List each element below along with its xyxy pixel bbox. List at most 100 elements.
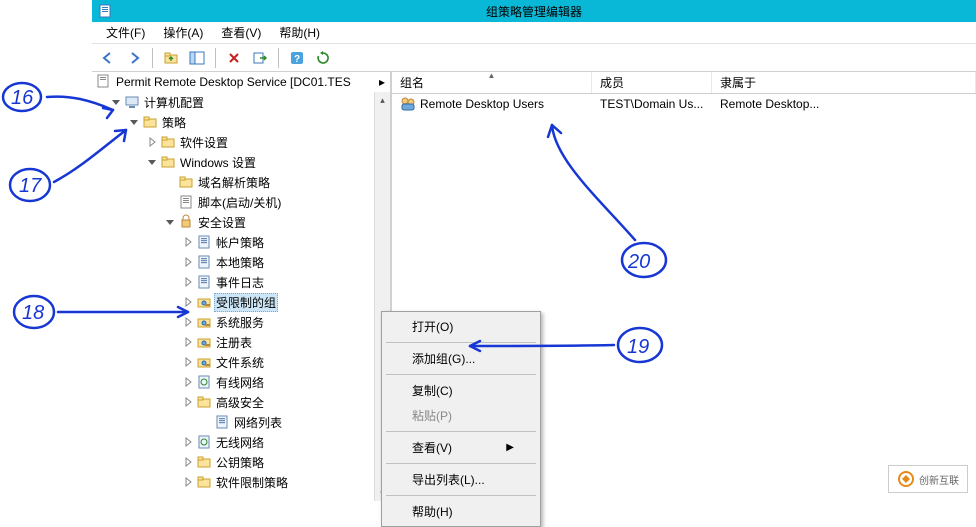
tree-item-label: 帐户策略 (216, 234, 264, 251)
tree-item-label: 事件日志 (216, 274, 264, 291)
ctx-view[interactable]: 查看(V)▶ (384, 435, 538, 460)
expand-closed-icon[interactable] (182, 456, 194, 468)
tree-item[interactable]: 有线网络 (92, 372, 390, 392)
ctx-export[interactable]: 导出列表(L)... (384, 467, 538, 492)
expand-closed-icon[interactable] (182, 316, 194, 328)
tree-item[interactable]: 软件设置 (92, 132, 390, 152)
tree-item-label: 软件设置 (180, 134, 228, 151)
ctx-view-label: 查看(V) (412, 439, 452, 456)
expand-open-icon[interactable] (164, 216, 176, 228)
tree-root-label: Permit Remote Desktop Service [DC01.TES (116, 75, 374, 89)
expand-closed-icon[interactable] (146, 136, 158, 148)
tree-item-label: 受限制的组 (214, 293, 278, 312)
tree-item[interactable]: 安全设置 (92, 212, 390, 232)
expand-closed-icon[interactable] (182, 276, 194, 288)
tree-item[interactable]: 公钥策略 (92, 452, 390, 472)
ctx-add-group-label: 添加组(G)... (412, 350, 475, 367)
expand-open-icon[interactable] (146, 156, 158, 168)
tree-item[interactable]: 软件限制策略 (92, 472, 390, 492)
tree-item[interactable]: 帐户策略 (92, 232, 390, 252)
ctx-help[interactable]: 帮助(H) (384, 499, 538, 524)
ctx-copy[interactable]: 复制(C) (384, 378, 538, 403)
nav-back-button[interactable] (96, 47, 120, 69)
expand-closed-icon[interactable] (182, 256, 194, 268)
expand-closed-icon[interactable] (182, 376, 194, 388)
export-button[interactable] (248, 47, 272, 69)
ctx-open[interactable]: 打开(O) (384, 314, 538, 339)
tree-root-expand-button[interactable]: ▸ (374, 75, 390, 89)
expand-closed-icon[interactable] (182, 356, 194, 368)
nav-forward-button[interactable] (122, 47, 146, 69)
menu-file[interactable]: 文件(F) (98, 22, 153, 43)
app-icon (96, 2, 114, 20)
tree-item[interactable]: 计算机配置 (92, 92, 390, 112)
ctx-separator (386, 463, 536, 464)
column-member[interactable]: 成员 (592, 72, 712, 93)
tree-item-label: 高级安全 (216, 394, 264, 411)
folder-icon (142, 114, 158, 130)
ctx-copy-label: 复制(C) (412, 382, 453, 399)
window-title: 组策略管理编辑器 (486, 3, 582, 20)
watermark-logo: 创新互联 (888, 465, 968, 493)
show-hide-tree-button[interactable] (185, 47, 209, 69)
ctx-separator (386, 342, 536, 343)
policy-icon (214, 414, 230, 430)
tree-item[interactable]: 系统服务 (92, 312, 390, 332)
tree-item-label: 本地策略 (216, 254, 264, 271)
column-belong[interactable]: 隶属于 (712, 72, 976, 93)
list-header: 组名▲ 成员 隶属于 (392, 72, 976, 94)
tree-item-label: 安全设置 (198, 214, 246, 231)
logo-icon (897, 470, 915, 488)
column-belong-label: 隶属于 (720, 74, 756, 91)
expand-open-icon[interactable] (110, 96, 122, 108)
tree-item[interactable]: 网络列表 (92, 412, 390, 432)
tree-item[interactable]: 高级安全 (92, 392, 390, 412)
menu-action[interactable]: 操作(A) (155, 22, 211, 43)
tree-item[interactable]: 无线网络 (92, 432, 390, 452)
ctx-add-group[interactable]: 添加组(G)... (384, 346, 538, 371)
folder-icon (178, 174, 194, 190)
expand-closed-icon[interactable] (182, 436, 194, 448)
refresh-button[interactable] (311, 47, 335, 69)
tree-item[interactable]: 脚本(启动/关机) (92, 192, 390, 212)
svg-text:?: ? (294, 54, 300, 65)
script-icon (178, 194, 194, 210)
delete-button[interactable] (222, 47, 246, 69)
tree-item-label: 策略 (162, 114, 186, 131)
tree-item-label: 网络列表 (234, 414, 282, 431)
up-folder-button[interactable] (159, 47, 183, 69)
tree-item[interactable]: 事件日志 (92, 272, 390, 292)
context-menu: 打开(O) 添加组(G)... 复制(C) 粘贴(P) 查看(V)▶ 导出列表(… (381, 311, 541, 527)
tree[interactable]: 计算机配置策略软件设置Windows 设置域名解析策略脚本(启动/关机) 安全设置… (92, 92, 390, 492)
list-row[interactable]: Remote Desktop Users TEST\Domain Us... R… (392, 94, 976, 114)
svg-text:17: 17 (19, 175, 42, 197)
expand-none (164, 176, 176, 188)
tree-item[interactable]: 策略 (92, 112, 390, 132)
column-group-name[interactable]: 组名▲ (392, 72, 592, 93)
toolbar-separator (215, 48, 216, 68)
folder-icon (196, 454, 212, 470)
policy-icon (196, 234, 212, 250)
expand-closed-icon[interactable] (182, 476, 194, 488)
svg-text:18: 18 (22, 302, 44, 324)
toolbar-separator (278, 48, 279, 68)
group-icon (196, 354, 212, 370)
watermark-text: 创新互联 (919, 472, 959, 487)
users-group-icon (400, 96, 416, 112)
tree-item[interactable]: 域名解析策略 (92, 172, 390, 192)
tree-item[interactable]: 本地策略 (92, 252, 390, 272)
expand-closed-icon[interactable] (182, 336, 194, 348)
expand-closed-icon[interactable] (182, 396, 194, 408)
expand-closed-icon[interactable] (182, 296, 194, 308)
tree-item[interactable]: Windows 设置 (92, 152, 390, 172)
menu-help[interactable]: 帮助(H) (271, 22, 328, 43)
expand-closed-icon[interactable] (182, 236, 194, 248)
menu-view[interactable]: 查看(V) (213, 22, 269, 43)
scroll-up-icon[interactable]: ▴ (376, 92, 390, 108)
help-button[interactable]: ? (285, 47, 309, 69)
tree-root-header[interactable]: Permit Remote Desktop Service [DC01.TES … (92, 72, 390, 92)
tree-item[interactable]: 受限制的组 (92, 292, 390, 312)
tree-item[interactable]: 文件系统 (92, 352, 390, 372)
tree-item[interactable]: 注册表 (92, 332, 390, 352)
expand-open-icon[interactable] (128, 116, 140, 128)
